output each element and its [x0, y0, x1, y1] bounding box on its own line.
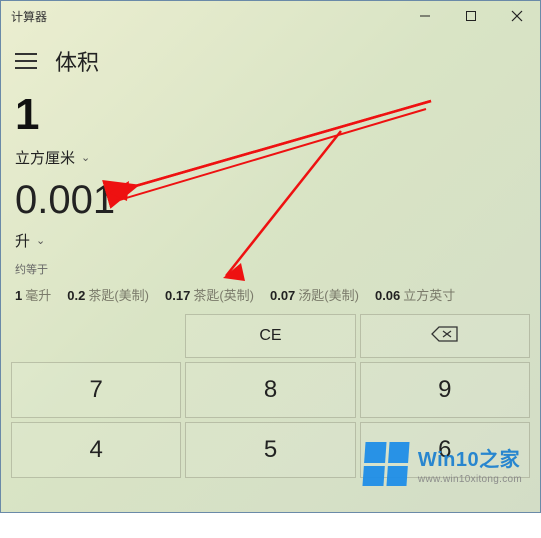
equiv-item[interactable]: 1毫升 [15, 285, 51, 304]
key-7[interactable]: 7 [11, 362, 181, 418]
display-area: 1 立方厘米 ⌄ 0.001 升 ⌄ 约等于 [1, 87, 540, 281]
key-4[interactable]: 4 [11, 422, 181, 478]
key-9[interactable]: 9 [360, 362, 530, 418]
close-button[interactable] [494, 1, 540, 31]
keypad: CE 7 8 9 4 5 6 [1, 314, 540, 538]
chevron-down-icon: ⌄ [36, 234, 45, 247]
key-5[interactable]: 5 [185, 422, 355, 478]
minimize-button[interactable] [402, 1, 448, 31]
equivalents-row: 1毫升 0.2茶匙(美制) 0.17茶匙(英制) 0.07汤匙(美制) 0.06… [1, 281, 540, 314]
chevron-down-icon: ⌄ [81, 151, 90, 164]
watermark: Win10之家 www.win10xitong.com [364, 442, 522, 486]
approx-label: 约等于 [15, 261, 526, 277]
menu-icon[interactable] [15, 53, 37, 69]
watermark-brand: Win10之家 [418, 443, 522, 472]
output-unit-label: 升 [15, 230, 30, 251]
header: 体积 [1, 31, 540, 87]
backspace-icon [431, 326, 459, 347]
window-controls [402, 1, 540, 31]
equiv-item[interactable]: 0.07汤匙(美制) [270, 285, 359, 304]
input-unit-label: 立方厘米 [15, 147, 75, 168]
output-unit-selector[interactable]: 升 ⌄ [15, 230, 526, 251]
input-value[interactable]: 1 [15, 93, 526, 137]
key-backspace[interactable] [360, 314, 530, 358]
windows-logo-icon [362, 442, 409, 486]
watermark-url: www.win10xitong.com [418, 474, 522, 485]
equiv-item[interactable]: 0.06立方英寸 [375, 285, 455, 304]
title-bar: 计算器 [1, 1, 540, 31]
equiv-item[interactable]: 0.17茶匙(英制) [165, 285, 254, 304]
maximize-button[interactable] [448, 1, 494, 31]
key-ce[interactable]: CE [185, 314, 355, 358]
window-title: 计算器 [11, 8, 47, 25]
input-unit-selector[interactable]: 立方厘米 ⌄ [15, 147, 526, 168]
mode-title: 体积 [55, 45, 99, 77]
equiv-item[interactable]: 0.2茶匙(美制) [67, 285, 149, 304]
calculator-window: 计算器 体积 1 立方厘米 ⌄ 0.001 升 ⌄ 约等于 [0, 0, 541, 513]
key-8[interactable]: 8 [185, 362, 355, 418]
key-blank [11, 314, 181, 358]
output-value[interactable]: 0.001 [15, 180, 526, 220]
